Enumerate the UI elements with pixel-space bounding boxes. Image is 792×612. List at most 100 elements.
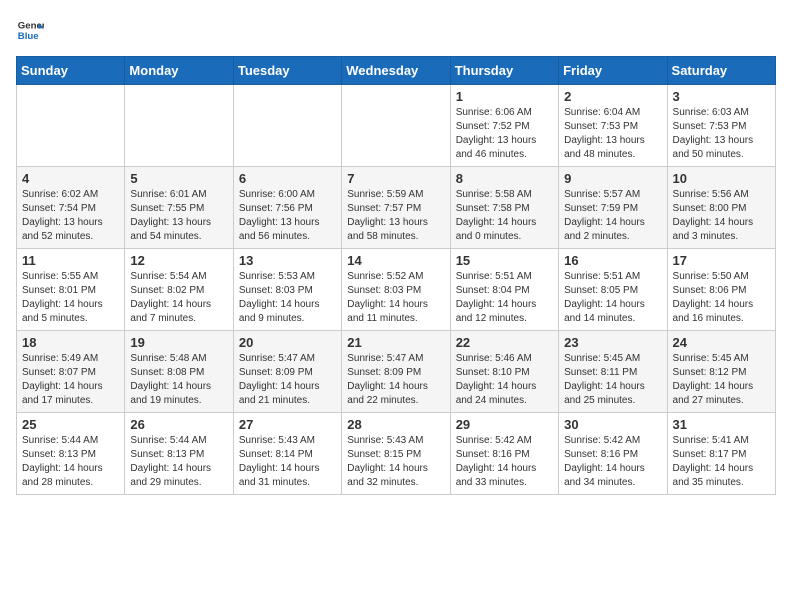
day-number: 2: [564, 89, 661, 104]
day-info: Sunrise: 5:59 AM Sunset: 7:57 PM Dayligh…: [347, 188, 444, 244]
day-info: Sunrise: 5:47 AM Sunset: 8:09 PM Dayligh…: [239, 352, 336, 408]
calendar-cell: 29 Sunrise: 5:42 AM Sunset: 8:16 PM Dayli…: [450, 413, 558, 495]
day-info: Sunrise: 5:51 AM Sunset: 8:05 PM Dayligh…: [564, 270, 661, 326]
calendar-cell: 2Sunrise: 6:04 AM Sunset: 7:53 PM Daylig…: [559, 85, 667, 167]
column-header-tuesday: Tuesday: [233, 57, 341, 85]
day-number: 5: [130, 171, 227, 186]
calendar-cell: 3Sunrise: 6:03 AM Sunset: 7:53 PM Daylig…: [667, 85, 775, 167]
calendar-table: SundayMondayTuesdayWednesdayThursdayFrid…: [16, 56, 776, 495]
logo: General Blue: [16, 16, 44, 44]
day-number: 22: [456, 335, 553, 350]
day-number: 30: [564, 417, 661, 432]
day-info: Sunrise: 5:41 AM Sunset: 8:17 PM Dayligh…: [673, 434, 770, 490]
day-number: 4: [22, 171, 119, 186]
day-info: Sunrise: 5:45 AM Sunset: 8:12 PM Dayligh…: [673, 352, 770, 408]
day-number: 31: [673, 417, 770, 432]
week-row-1: 1 Sunrise: 6:06 AM Sunset: 7:52 PM Daylig…: [17, 85, 776, 167]
day-info: Sunrise: 5:55 AM Sunset: 8:01 PM Dayligh…: [22, 270, 119, 326]
column-header-monday: Monday: [125, 57, 233, 85]
day-number: 12: [130, 253, 227, 268]
day-number: 17: [673, 253, 770, 268]
day-number: 27: [239, 417, 336, 432]
calendar-cell: 11 Sunrise: 5:55 AM Sunset: 8:01 PM Dayli…: [17, 249, 125, 331]
day-number: 11: [22, 253, 119, 268]
day-number: 28: [347, 417, 444, 432]
calendar-cell: 14Sunrise: 5:52 AM Sunset: 8:03 PM Dayli…: [342, 249, 450, 331]
calendar-cell: 16 Sunrise: 5:51 AM Sunset: 8:05 PM Dayli…: [559, 249, 667, 331]
day-info: Sunrise: 5:49 AM Sunset: 8:07 PM Dayligh…: [22, 352, 119, 408]
week-row-5: 25Sunrise: 5:44 AM Sunset: 8:13 PM Dayli…: [17, 413, 776, 495]
day-number: 29: [456, 417, 553, 432]
day-info: Sunrise: 5:43 AM Sunset: 8:14 PM Dayligh…: [239, 434, 336, 490]
day-number: 8: [456, 171, 553, 186]
calendar-cell: 19 Sunrise: 5:48 AM Sunset: 8:08 PM Dayli…: [125, 331, 233, 413]
day-info: Sunrise: 6:00 AM Sunset: 7:56 PM Dayligh…: [239, 188, 336, 244]
calendar-cell: 23 Sunrise: 5:45 AM Sunset: 8:11 PM Dayli…: [559, 331, 667, 413]
day-info: Sunrise: 5:56 AM Sunset: 8:00 PM Dayligh…: [673, 188, 770, 244]
calendar-cell: 15Sunrise: 5:51 AM Sunset: 8:04 PM Dayli…: [450, 249, 558, 331]
week-row-4: 18 Sunrise: 5:49 AM Sunset: 8:07 PM Dayli…: [17, 331, 776, 413]
day-info: Sunrise: 5:44 AM Sunset: 8:13 PM Dayligh…: [22, 434, 119, 490]
calendar-cell: 1 Sunrise: 6:06 AM Sunset: 7:52 PM Daylig…: [450, 85, 558, 167]
day-number: 15: [456, 253, 553, 268]
day-info: Sunrise: 5:48 AM Sunset: 8:08 PM Dayligh…: [130, 352, 227, 408]
day-number: 19: [130, 335, 227, 350]
day-number: 14: [347, 253, 444, 268]
day-number: 3: [673, 89, 770, 104]
day-info: Sunrise: 5:43 AM Sunset: 8:15 PM Dayligh…: [347, 434, 444, 490]
day-number: 16: [564, 253, 661, 268]
column-header-thursday: Thursday: [450, 57, 558, 85]
day-number: 18: [22, 335, 119, 350]
day-info: Sunrise: 5:42 AM Sunset: 8:16 PM Dayligh…: [564, 434, 661, 490]
day-number: 23: [564, 335, 661, 350]
day-number: 13: [239, 253, 336, 268]
day-number: 9: [564, 171, 661, 186]
day-info: Sunrise: 5:50 AM Sunset: 8:06 PM Dayligh…: [673, 270, 770, 326]
day-info: Sunrise: 5:46 AM Sunset: 8:10 PM Dayligh…: [456, 352, 553, 408]
calendar-cell: 9 Sunrise: 5:57 AM Sunset: 7:59 PM Daylig…: [559, 167, 667, 249]
column-header-wednesday: Wednesday: [342, 57, 450, 85]
day-info: Sunrise: 5:53 AM Sunset: 8:03 PM Dayligh…: [239, 270, 336, 326]
day-info: Sunrise: 5:57 AM Sunset: 7:59 PM Dayligh…: [564, 188, 661, 244]
calendar-cell: 21 Sunrise: 5:47 AM Sunset: 8:09 PM Dayli…: [342, 331, 450, 413]
column-header-saturday: Saturday: [667, 57, 775, 85]
calendar-cell: 12 Sunrise: 5:54 AM Sunset: 8:02 PM Dayli…: [125, 249, 233, 331]
calendar-cell: 17 Sunrise: 5:50 AM Sunset: 8:06 PM Dayli…: [667, 249, 775, 331]
day-info: Sunrise: 5:54 AM Sunset: 8:02 PM Dayligh…: [130, 270, 227, 326]
day-info: Sunrise: 6:06 AM Sunset: 7:52 PM Dayligh…: [456, 106, 553, 162]
calendar-cell: 31 Sunrise: 5:41 AM Sunset: 8:17 PM Dayli…: [667, 413, 775, 495]
day-info: Sunrise: 5:47 AM Sunset: 8:09 PM Dayligh…: [347, 352, 444, 408]
calendar-cell: 13 Sunrise: 5:53 AM Sunset: 8:03 PM Dayli…: [233, 249, 341, 331]
week-row-2: 4Sunrise: 6:02 AM Sunset: 7:54 PM Daylig…: [17, 167, 776, 249]
calendar-cell: 8Sunrise: 5:58 AM Sunset: 7:58 PM Daylig…: [450, 167, 558, 249]
day-number: 1: [456, 89, 553, 104]
day-number: 26: [130, 417, 227, 432]
svg-text:Blue: Blue: [18, 31, 39, 42]
calendar-cell: 30 Sunrise: 5:42 AM Sunset: 8:16 PM Dayli…: [559, 413, 667, 495]
calendar-cell: [125, 85, 233, 167]
calendar-cell: 5 Sunrise: 6:01 AM Sunset: 7:55 PM Daylig…: [125, 167, 233, 249]
day-number: 20: [239, 335, 336, 350]
calendar-cell: 28 Sunrise: 5:43 AM Sunset: 8:15 PM Dayli…: [342, 413, 450, 495]
calendar-cell: 22 Sunrise: 5:46 AM Sunset: 8:10 PM Dayli…: [450, 331, 558, 413]
day-info: Sunrise: 5:42 AM Sunset: 8:16 PM Dayligh…: [456, 434, 553, 490]
page-header: General Blue: [16, 16, 776, 44]
day-number: 24: [673, 335, 770, 350]
calendar-cell: 25Sunrise: 5:44 AM Sunset: 8:13 PM Dayli…: [17, 413, 125, 495]
calendar-cell: 27 Sunrise: 5:43 AM Sunset: 8:14 PM Dayli…: [233, 413, 341, 495]
calendar-cell: 20 Sunrise: 5:47 AM Sunset: 8:09 PM Dayli…: [233, 331, 341, 413]
day-info: Sunrise: 5:45 AM Sunset: 8:11 PM Dayligh…: [564, 352, 661, 408]
day-number: 7: [347, 171, 444, 186]
calendar-cell: 4Sunrise: 6:02 AM Sunset: 7:54 PM Daylig…: [17, 167, 125, 249]
column-header-sunday: Sunday: [17, 57, 125, 85]
day-info: Sunrise: 6:01 AM Sunset: 7:55 PM Dayligh…: [130, 188, 227, 244]
calendar-cell: 6 Sunrise: 6:00 AM Sunset: 7:56 PM Daylig…: [233, 167, 341, 249]
day-number: 6: [239, 171, 336, 186]
column-header-friday: Friday: [559, 57, 667, 85]
day-info: Sunrise: 5:44 AM Sunset: 8:13 PM Dayligh…: [130, 434, 227, 490]
day-number: 10: [673, 171, 770, 186]
day-number: 21: [347, 335, 444, 350]
calendar-header-row: SundayMondayTuesdayWednesdayThursdayFrid…: [17, 57, 776, 85]
calendar-cell: 24 Sunrise: 5:45 AM Sunset: 8:12 PM Dayli…: [667, 331, 775, 413]
calendar-cell: 26 Sunrise: 5:44 AM Sunset: 8:13 PM Dayli…: [125, 413, 233, 495]
